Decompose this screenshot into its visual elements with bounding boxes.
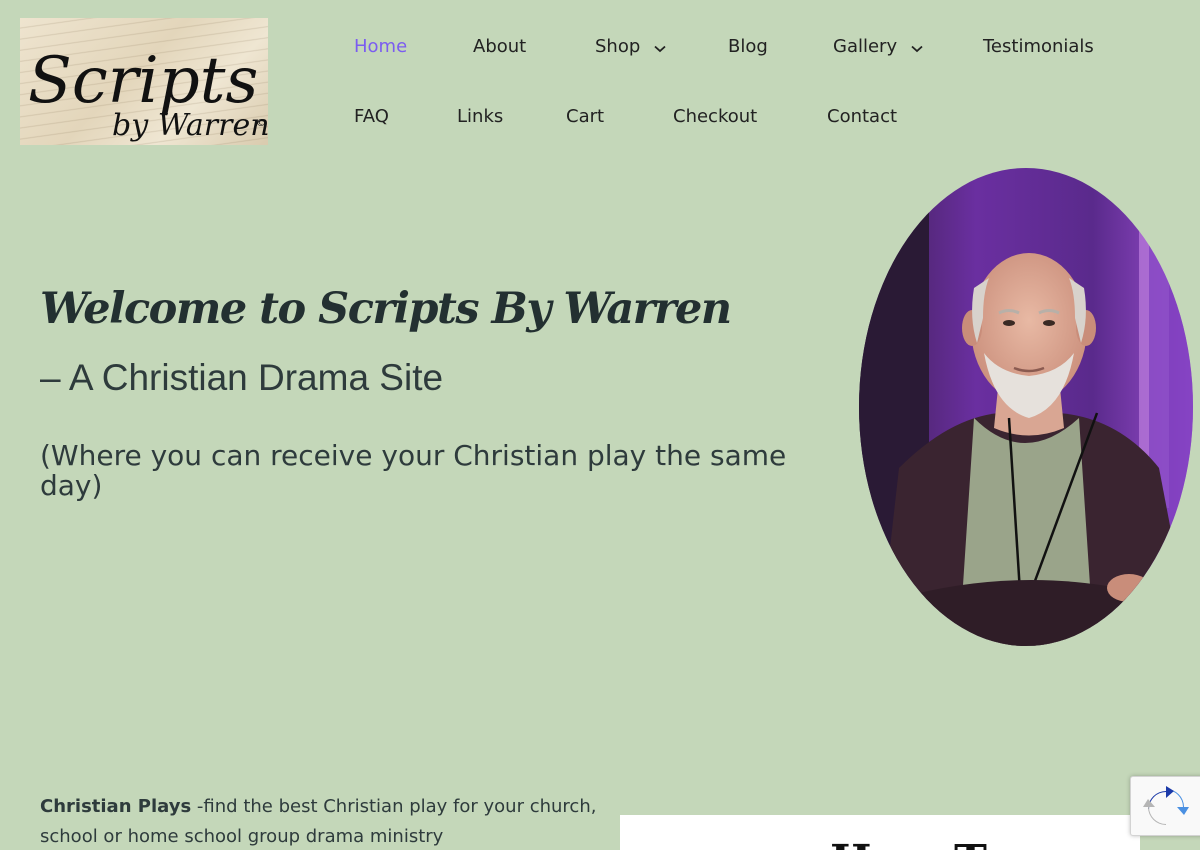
nav-home-label: Home (354, 36, 408, 57)
nav-faq[interactable]: FAQ (354, 106, 389, 127)
portrait-illustration (859, 168, 1193, 646)
logo-line2: by Warren (112, 108, 268, 143)
nav-cart-label: Cart (566, 106, 605, 127)
intro-bold: Christian Plays (40, 796, 192, 817)
nav-cart[interactable]: Cart (566, 106, 604, 127)
nav-testimonials-label: Testimonials (983, 36, 1094, 57)
chevron-down-icon (911, 37, 923, 58)
panel-heading: How To (830, 836, 1011, 850)
hero-title: Welcome to Scripts By Warren (40, 284, 732, 334)
hero-subtitle: – A Christian Drama Site (40, 357, 444, 398)
nav-blog[interactable]: Blog (728, 36, 768, 57)
logo-line1: Scripts (28, 44, 258, 118)
nav-about-label: About (473, 36, 527, 57)
nav-shop-label: Shop (595, 36, 641, 57)
nav-links[interactable]: Links (457, 106, 503, 127)
nav-testimonials[interactable]: Testimonials (983, 36, 1094, 57)
nav-gallery[interactable]: Gallery (833, 36, 923, 58)
portrait-photo (859, 168, 1193, 646)
nav-contact[interactable]: Contact (827, 106, 897, 127)
intro-text: Christian Plays -find the best Christian… (40, 792, 600, 850)
nav-blog-label: Blog (728, 36, 768, 57)
nav-faq-label: FAQ (354, 106, 389, 127)
nav-contact-label: Contact (827, 106, 898, 127)
hero-note: (Where you can receive your Christian pl… (40, 439, 787, 502)
nav-shop[interactable]: Shop (595, 36, 666, 58)
recaptcha-badge[interactable] (1130, 776, 1200, 836)
nav-checkout[interactable]: Checkout (673, 106, 757, 127)
nav-links-label: Links (457, 106, 504, 127)
site-logo[interactable]: Scripts by Warren © (20, 18, 268, 145)
nav-about[interactable]: About (473, 36, 526, 57)
logo-lettering: Scripts by Warren © (28, 44, 268, 143)
logo-mark: © (256, 118, 266, 129)
chevron-down-icon (654, 37, 666, 58)
nav-checkout-label: Checkout (673, 106, 758, 127)
nav-gallery-label: Gallery (833, 36, 898, 57)
nav-home[interactable]: Home (354, 36, 407, 57)
